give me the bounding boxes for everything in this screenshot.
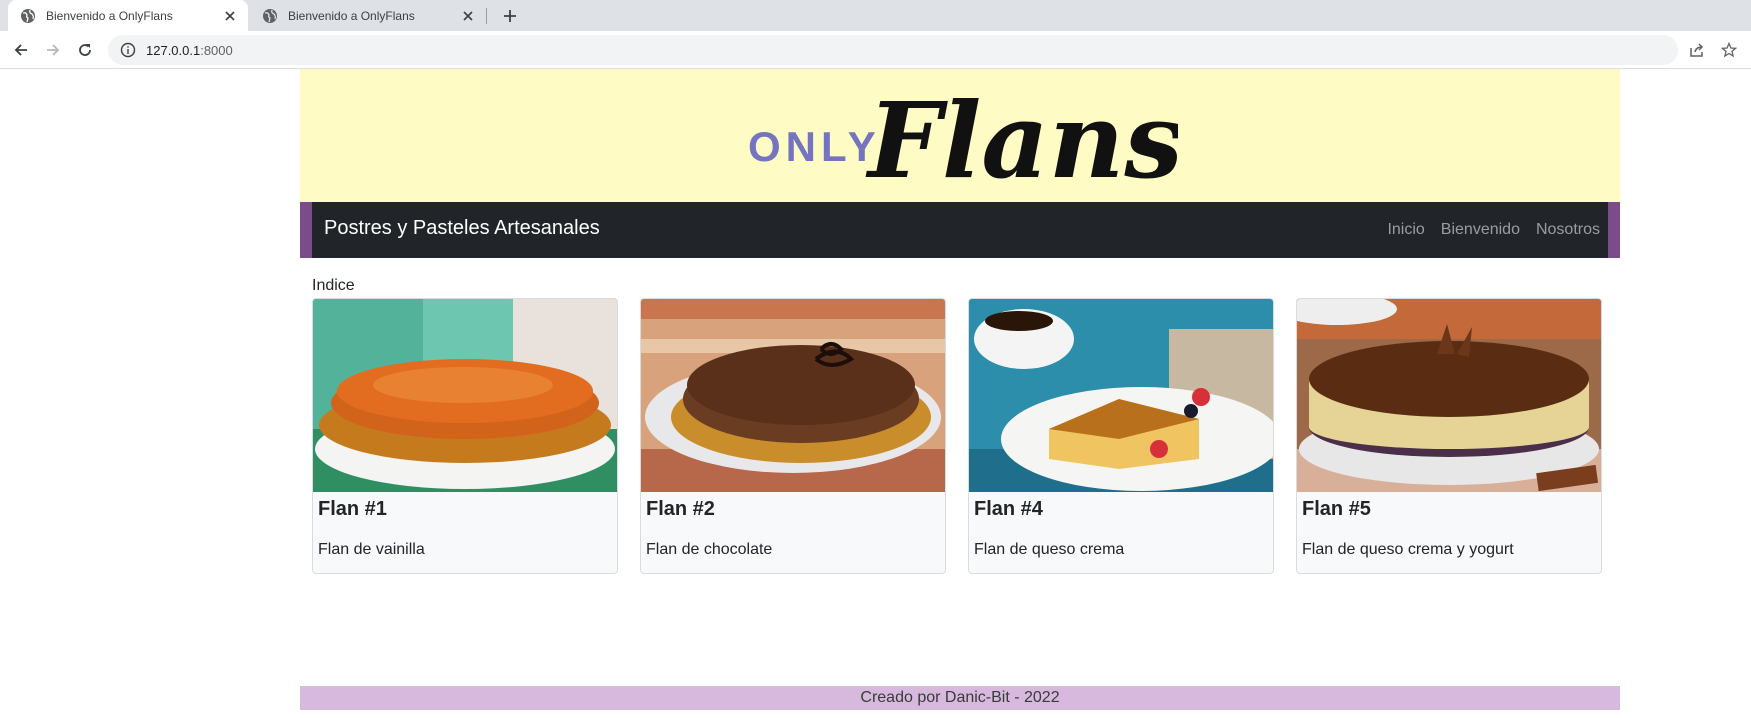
browser-tab-strip: Bienvenido a OnlyFlans Bienvenido a Only… bbox=[0, 0, 1751, 31]
navbar-links: Inicio Bienvenido Nosotros bbox=[1387, 221, 1600, 239]
tab-title: Bienvenido a OnlyFlans bbox=[46, 8, 173, 23]
page-heading: Indice bbox=[312, 277, 355, 294]
card-title: Flan #5 bbox=[1302, 498, 1371, 520]
browser-tab-inactive[interactable]: Bienvenido a OnlyFlans bbox=[250, 0, 486, 31]
info-icon[interactable] bbox=[120, 42, 136, 58]
flan-queso-crema-image bbox=[969, 299, 1273, 492]
url-host: 127.0.0.1 bbox=[146, 42, 201, 58]
flan-card[interactable]: Flan #4 Flan de queso crema bbox=[968, 298, 1274, 574]
plus-icon[interactable] bbox=[498, 4, 522, 28]
forward-arrow-icon[interactable] bbox=[41, 38, 65, 62]
header-banner: ONLY Flans bbox=[300, 69, 1620, 202]
card-text: Flan de vainilla bbox=[318, 541, 425, 558]
tab-separator bbox=[486, 8, 487, 24]
star-icon[interactable] bbox=[1717, 38, 1741, 62]
card-title: Flan #2 bbox=[646, 498, 715, 520]
navbar: Postres y Pasteles Artesanales Inicio Bi… bbox=[300, 202, 1620, 258]
back-arrow-icon[interactable] bbox=[9, 38, 33, 62]
address-bar[interactable]: 127.0.0.1:8000 bbox=[108, 35, 1678, 65]
browser-toolbar: 127.0.0.1:8000 bbox=[0, 31, 1751, 69]
card-text: Flan de queso crema bbox=[974, 541, 1125, 558]
nav-link-nosotros[interactable]: Nosotros bbox=[1536, 221, 1600, 239]
flan-chocolate-image bbox=[641, 299, 945, 492]
nav-link-bienvenido[interactable]: Bienvenido bbox=[1441, 221, 1520, 239]
footer: Creado por Danic-Bit - 2022 bbox=[300, 686, 1620, 710]
navbar-brand[interactable]: Postres y Pasteles Artesanales bbox=[324, 217, 600, 240]
reload-icon[interactable] bbox=[73, 38, 97, 62]
globe-icon bbox=[20, 8, 36, 24]
flan-card[interactable]: Flan #5 Flan de queso crema y yogurt bbox=[1296, 298, 1602, 574]
page-content: ONLY Flans Postres y Pasteles Artesanale… bbox=[300, 69, 1620, 718]
browser-tab-active[interactable]: Bienvenido a OnlyFlans bbox=[8, 0, 248, 31]
card-text: Flan de chocolate bbox=[646, 541, 773, 558]
flan-vainilla-image bbox=[313, 299, 617, 492]
card-title: Flan #1 bbox=[318, 498, 387, 520]
flan-queso-yogurt-image bbox=[1297, 299, 1601, 492]
flan-card[interactable]: Flan #2 Flan de chocolate bbox=[640, 298, 946, 574]
share-icon[interactable] bbox=[1685, 38, 1709, 62]
card-title: Flan #4 bbox=[974, 498, 1043, 520]
url-port: :8000 bbox=[200, 42, 233, 58]
logo-only-text: ONLY bbox=[748, 123, 881, 170]
onlyflans-logo: ONLY Flans bbox=[748, 79, 1178, 202]
globe-icon bbox=[262, 8, 278, 24]
card-text: Flan de queso crema y yogurt bbox=[1302, 541, 1514, 558]
close-icon[interactable] bbox=[222, 8, 238, 24]
tab-title: Bienvenido a OnlyFlans bbox=[288, 8, 415, 23]
flan-card[interactable]: Flan #1 Flan de vainilla bbox=[312, 298, 618, 574]
close-icon[interactable] bbox=[460, 8, 476, 24]
url-text: 127.0.0.1:8000 bbox=[146, 43, 233, 58]
logo-flans-text: Flans bbox=[865, 79, 1178, 202]
nav-link-inicio[interactable]: Inicio bbox=[1387, 221, 1424, 239]
